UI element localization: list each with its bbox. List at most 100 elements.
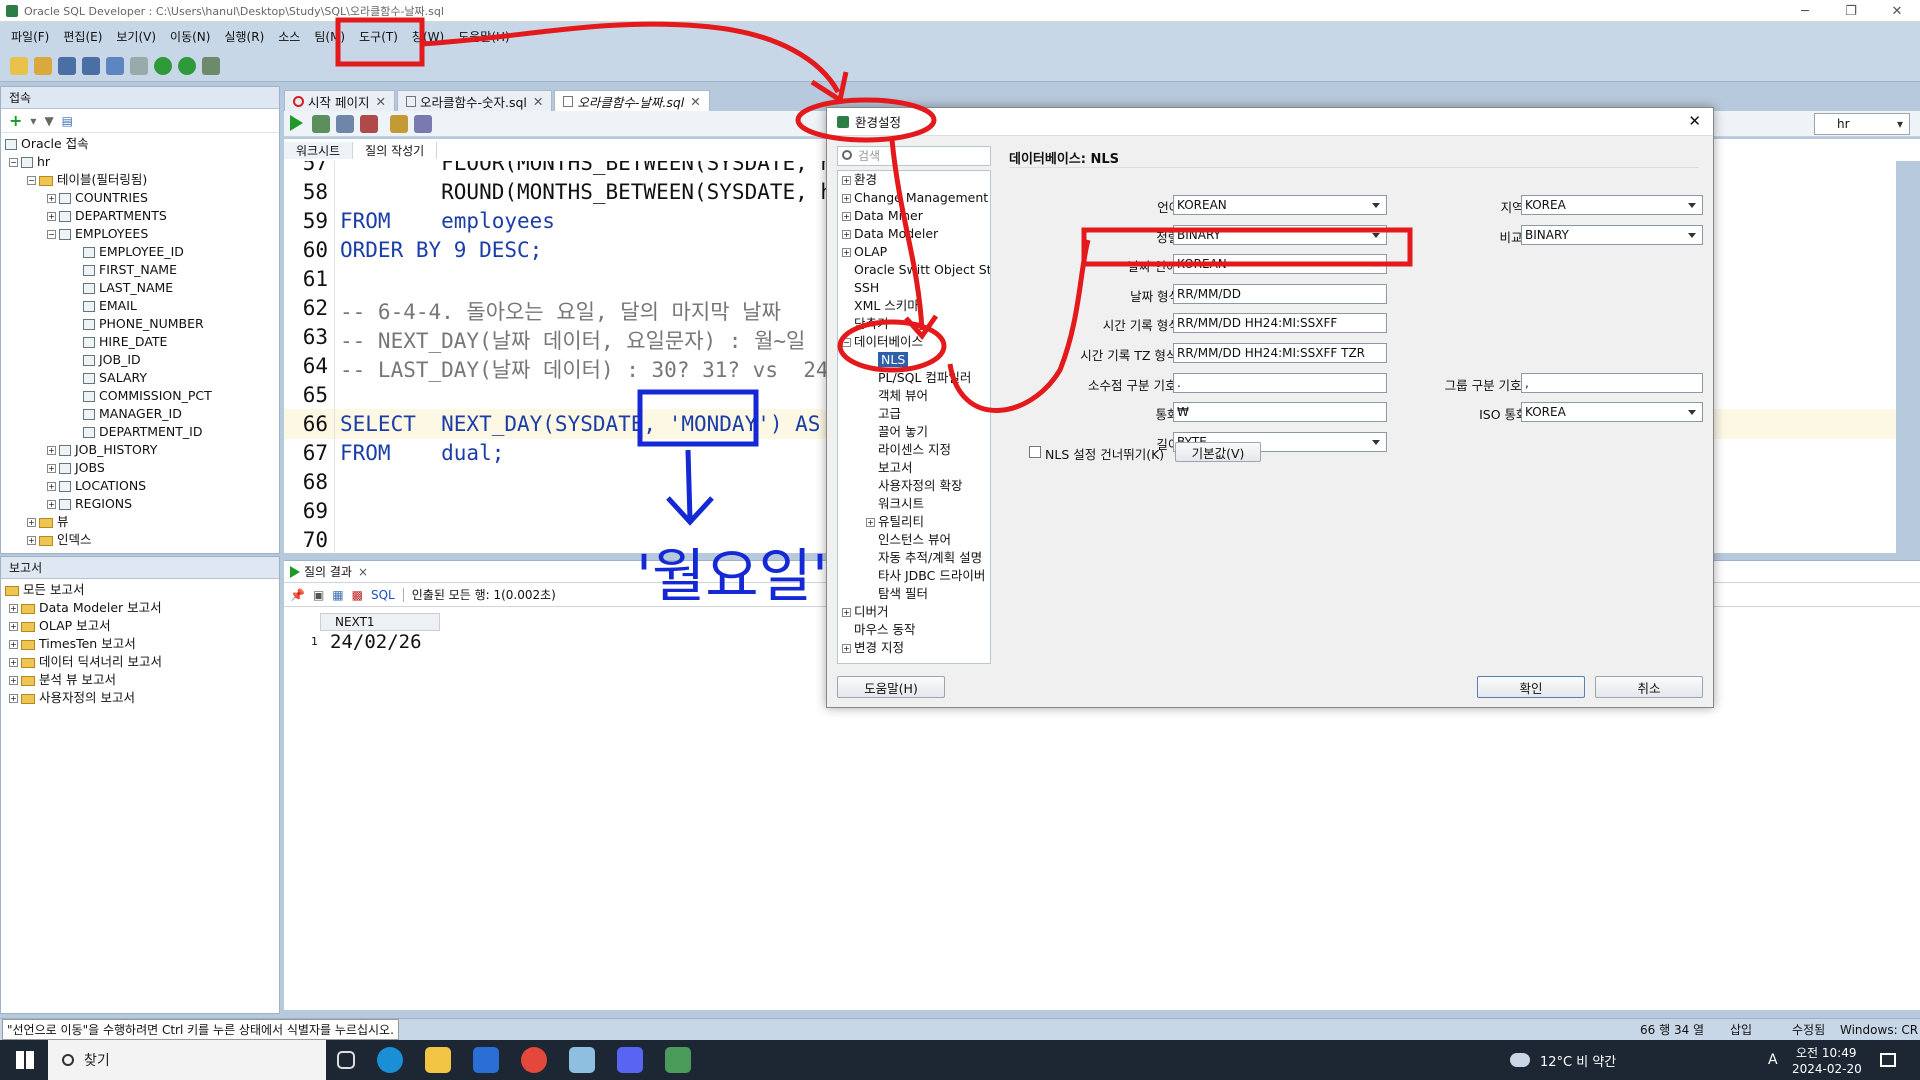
code-line[interactable]: -- 6-4-4. 돌아오는 요일, 달의 마지막 날짜 bbox=[340, 296, 781, 326]
nls-select[interactable]: BINARY bbox=[1521, 224, 1703, 245]
nls-input[interactable]: RR/MM/DD HH24:MI:SSXFF TZR bbox=[1173, 343, 1387, 363]
back-icon[interactable] bbox=[154, 56, 172, 75]
menu-file[interactable]: 파일(F) bbox=[4, 28, 56, 45]
windows-start-icon[interactable] bbox=[16, 1051, 34, 1069]
tree-table[interactable]: + JOB_HISTORY bbox=[5, 441, 279, 459]
notification-icon[interactable] bbox=[1880, 1053, 1896, 1067]
tree-column[interactable]: COMMISSION_PCT bbox=[5, 387, 279, 405]
close-window-button[interactable]: ✕ bbox=[1874, 0, 1920, 22]
menu-window[interactable]: 창(W) bbox=[405, 28, 451, 45]
menu-edit[interactable]: 편집(E) bbox=[56, 28, 109, 45]
taskbar-search[interactable]: 찾기 bbox=[48, 1040, 326, 1080]
expand-icon[interactable]: + bbox=[842, 212, 851, 221]
save-icon[interactable] bbox=[58, 56, 76, 75]
tree-tables-node[interactable]: − 테이블(필터링됨) bbox=[5, 171, 279, 189]
run-statement-icon[interactable] bbox=[290, 115, 303, 131]
nls-select[interactable]: BINARY bbox=[1173, 224, 1387, 245]
discord-icon[interactable] bbox=[617, 1047, 643, 1073]
menu-tools[interactable]: 도구(T) bbox=[352, 28, 405, 45]
pref-tree-item[interactable]: 마우스 동작 bbox=[838, 621, 990, 639]
pref-tree-item[interactable]: − 데이터베이스 bbox=[838, 333, 990, 351]
menu-run[interactable]: 실행(R) bbox=[217, 28, 271, 45]
tree-connection-hr[interactable]: − hr bbox=[5, 153, 279, 171]
tree-column[interactable]: LAST_NAME bbox=[5, 279, 279, 297]
pref-tree-item[interactable]: 끌어 놓기 bbox=[838, 423, 990, 441]
code-line[interactable]: FLOOR(MONTHS_BETWEEN(SYSDATE, hir bbox=[340, 161, 858, 175]
restore-button[interactable]: ❐ bbox=[1828, 0, 1874, 22]
pref-tree-item[interactable]: 객체 뷰어 bbox=[838, 387, 990, 405]
expand-icon[interactable]: + bbox=[842, 176, 851, 185]
delete-icon[interactable]: ▩ bbox=[352, 588, 363, 602]
tree-column[interactable]: PHONE_NUMBER bbox=[5, 315, 279, 333]
open-folder-icon[interactable] bbox=[34, 56, 52, 75]
pref-tree-item[interactable]: 고급 bbox=[838, 405, 990, 423]
schema-icon[interactable]: ▤ bbox=[62, 114, 73, 128]
code-line[interactable]: FROM dual; bbox=[340, 441, 504, 465]
menu-help[interactable]: 도움말(H) bbox=[451, 28, 517, 45]
expand-icon[interactable]: + bbox=[842, 644, 851, 653]
expand-icon[interactable]: + bbox=[842, 608, 851, 617]
tree-table[interactable]: + JOBS bbox=[5, 459, 279, 477]
close-tab-icon[interactable]: × bbox=[358, 565, 368, 579]
code-line[interactable]: -- NEXT_DAY(날짜 데이터, 요일문자) : 월~일 bbox=[340, 325, 805, 355]
menu-navigate[interactable]: 이동(N) bbox=[163, 28, 217, 45]
report-item[interactable]: + OLAP 보고서 bbox=[5, 617, 279, 635]
pref-tree-item[interactable]: + 환경 bbox=[838, 171, 990, 189]
tab-date-sql[interactable]: 오라클함수-날짜.sql ✕ bbox=[554, 90, 710, 111]
filter-icon[interactable]: ▼ bbox=[44, 114, 53, 128]
pref-tree-item[interactable]: Oracle Switt Object Sto bbox=[838, 261, 990, 279]
commit-icon[interactable] bbox=[336, 115, 354, 133]
pref-tree-item[interactable]: + Data Miner bbox=[838, 207, 990, 225]
tree-table[interactable]: + COUNTRIES bbox=[5, 189, 279, 207]
pref-tree-item[interactable]: XML 스키마 bbox=[838, 297, 990, 315]
undo-icon[interactable] bbox=[106, 56, 124, 75]
code-line[interactable]: ORDER BY 9 DESC; bbox=[340, 238, 542, 262]
tree-column[interactable]: MANAGER_ID bbox=[5, 405, 279, 423]
minimize-button[interactable]: ─ bbox=[1782, 0, 1828, 22]
dialog-close-button[interactable]: ✕ bbox=[1688, 112, 1701, 130]
report-item[interactable]: + Data Modeler 보고서 bbox=[5, 599, 279, 617]
tree-column[interactable]: FIRST_NAME bbox=[5, 261, 279, 279]
sql-link[interactable]: SQL bbox=[371, 587, 404, 602]
tree-indexes-node[interactable]: + 인덱스 bbox=[5, 531, 279, 549]
notepad-icon[interactable] bbox=[569, 1047, 595, 1073]
dialog-search-input[interactable]: 검색 bbox=[837, 146, 991, 166]
code-line[interactable]: -- LAST_DAY(날짜 데이터) : 30? 31? vs 24 bbox=[340, 354, 829, 384]
close-tab-icon[interactable]: ✕ bbox=[533, 94, 543, 109]
tree-table[interactable]: + DEPARTMENTS bbox=[5, 207, 279, 225]
report-item[interactable]: + 데이터 딕셔너리 보고서 bbox=[5, 653, 279, 671]
pref-tree-item[interactable]: 워크시트 bbox=[838, 495, 990, 513]
skip-nls-checkbox[interactable] bbox=[1029, 446, 1041, 458]
column-header-next1[interactable]: NEXT1 bbox=[320, 613, 440, 631]
tab-start-page[interactable]: 시작 페이지 ✕ bbox=[284, 90, 395, 111]
edge-icon[interactable] bbox=[377, 1047, 403, 1073]
result-cell[interactable]: 24/02/26 bbox=[330, 631, 422, 653]
code-line[interactable]: FROM employees bbox=[340, 209, 555, 233]
pref-tree-item[interactable]: SSH bbox=[838, 279, 990, 297]
report-item[interactable]: + 분석 뷰 보고서 bbox=[5, 671, 279, 689]
refresh-icon[interactable]: ▾ bbox=[30, 114, 36, 128]
tree-column[interactable]: EMAIL bbox=[5, 297, 279, 315]
pref-tree-item[interactable]: NLS bbox=[838, 351, 990, 369]
expand-icon[interactable]: + bbox=[842, 194, 851, 203]
nls-input[interactable]: . bbox=[1173, 372, 1387, 393]
nls-select[interactable]: KOREAN bbox=[1173, 195, 1387, 215]
tree-table[interactable]: − EMPLOYEES bbox=[5, 225, 279, 243]
db-connect-icon[interactable] bbox=[202, 56, 220, 75]
nls-select[interactable]: KOREA bbox=[1521, 402, 1703, 423]
pref-tree-item[interactable]: 보고서 bbox=[838, 459, 990, 477]
cancel-button[interactable]: 취소 bbox=[1595, 676, 1703, 698]
tab-number-sql[interactable]: 오라클함수-숫자.sql ✕ bbox=[396, 90, 553, 111]
pref-tree-item[interactable]: 사용자정의 확장 bbox=[838, 477, 990, 495]
pref-tree-item[interactable]: + Change Management [ bbox=[838, 189, 990, 207]
expand-icon[interactable]: + bbox=[842, 230, 851, 239]
file-explorer-icon[interactable] bbox=[425, 1047, 451, 1073]
nls-input[interactable]: ₩ bbox=[1173, 402, 1387, 423]
pin-icon[interactable]: 📌 bbox=[290, 588, 305, 602]
pref-tree-item[interactable]: + 디버거 bbox=[838, 603, 990, 621]
tree-table[interactable]: + LOCATIONS bbox=[5, 477, 279, 495]
menu-source[interactable]: 소스 bbox=[271, 28, 307, 45]
print-icon[interactable]: ▣ bbox=[313, 588, 324, 602]
connection-select[interactable]: hr ▾ bbox=[1814, 113, 1910, 135]
subtab-query-builder[interactable]: 질의 작성기 bbox=[353, 141, 438, 159]
